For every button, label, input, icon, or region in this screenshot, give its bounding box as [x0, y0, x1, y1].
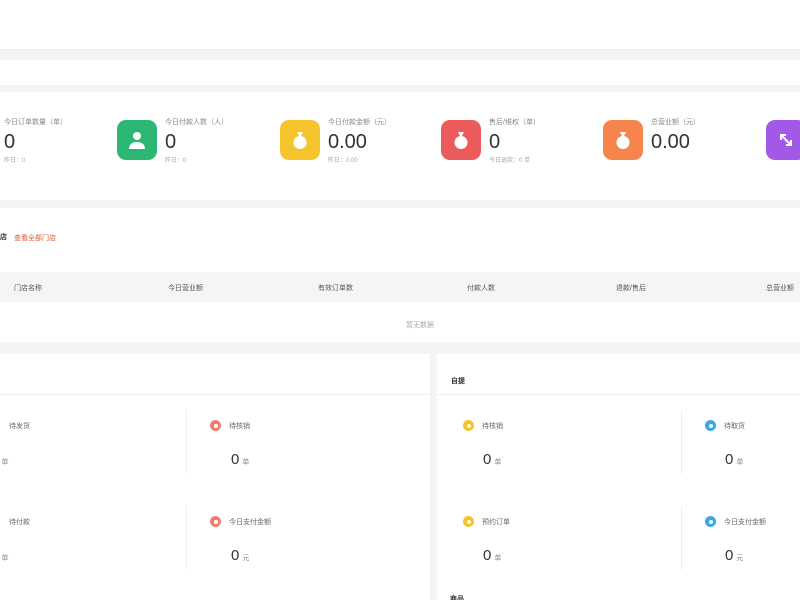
expand-icon — [766, 120, 800, 160]
cell-label: 预约订单 — [482, 518, 510, 526]
stat-label: 总营业额（元） — [651, 119, 700, 126]
cell-label: 今日支付金额 — [724, 518, 766, 526]
stat-cell[interactable]: 待付款 0单 — [0, 516, 30, 564]
stat-cell[interactable]: 待取货 0单 — [705, 420, 745, 468]
status-dot-icon — [0, 420, 1, 431]
stats-card: 今日订单数量（单） 0 昨日：0 今日付款人数（人） 0 昨日：0 今日付款金额… — [0, 92, 800, 200]
column-header: 今日营业额 — [168, 285, 203, 292]
stat-label: 售后/维权（单） — [489, 119, 540, 126]
cell-divider — [681, 410, 682, 474]
cell-value: 0 — [231, 451, 240, 468]
pickup-summary-panel: 自提 待核销 0单 待取货 0单 预约订单 0单 今日支付金额 0元 — [437, 354, 800, 600]
status-dot-icon — [705, 516, 716, 527]
stat-label: 今日付款金额（元） — [328, 119, 391, 126]
stat-sub: 昨日：0 — [165, 158, 187, 164]
cell-label: 待核销 — [229, 422, 250, 430]
status-dot-icon — [463, 516, 474, 527]
status-dot-icon — [705, 420, 716, 431]
cell-label: 待核销 — [482, 422, 503, 430]
cell-divider — [681, 506, 682, 570]
empty-state-text: 暂无数据 — [406, 322, 434, 329]
money-bag-icon — [441, 120, 481, 160]
order-summary-panel: 待发货 0单 待核销 0单 待付款 0单 今日支付金额 0元 — [0, 354, 430, 600]
user-icon — [117, 120, 157, 160]
stat-cell[interactable]: 待核销 0单 — [463, 420, 503, 468]
cell-value: 0 — [725, 547, 734, 564]
top-header-bar — [0, 0, 800, 50]
cell-label: 今日支付金额 — [229, 518, 271, 526]
cell-label: 待付款 — [9, 518, 30, 526]
cell-unit: 单 — [1, 555, 9, 562]
stat-sub: 今日退款：0 单 — [489, 158, 531, 164]
column-header: 总营业额 — [766, 285, 794, 292]
stat-label: 今日付款人数（人） — [165, 119, 228, 126]
cell-unit: 单 — [494, 459, 502, 466]
stat-value: 0 — [165, 131, 177, 153]
cell-divider — [186, 506, 187, 570]
stat-value: 0 — [489, 131, 501, 153]
status-dot-icon — [0, 516, 1, 527]
column-header: 有效订单数 — [318, 285, 353, 292]
cell-unit: 单 — [736, 459, 744, 466]
stat-cell[interactable]: 预约订单 0单 — [463, 516, 510, 564]
shop-overview-card: 店 查看全部门店 门店名称 今日营业额 有效订单数 付款人数 退款/售后 总营业… — [0, 208, 800, 342]
cell-divider — [186, 410, 187, 474]
cell-label: 待发货 — [9, 422, 30, 430]
stat-value: 0.00 — [651, 131, 690, 153]
stat-sub: 昨日：0 — [4, 158, 26, 164]
cell-unit: 单 — [494, 555, 502, 562]
column-header: 门店名称 — [14, 285, 42, 292]
panel-divider — [437, 394, 800, 395]
stat-cell[interactable]: 今日支付金额 0元 — [210, 516, 271, 564]
cell-label: 待取货 — [724, 422, 745, 430]
cell-value: 0 — [483, 451, 492, 468]
money-bag-icon — [280, 120, 320, 160]
cell-unit: 单 — [1, 459, 9, 466]
stat-value: 0 — [4, 131, 16, 153]
cell-unit: 元 — [242, 555, 250, 562]
cell-unit: 元 — [736, 555, 744, 562]
status-dot-icon — [210, 420, 221, 431]
view-all-shops-link[interactable]: 查看全部门店 — [14, 233, 56, 243]
cell-value: 0 — [725, 451, 734, 468]
shop-table-header: 门店名称 今日营业额 有效订单数 付款人数 退款/售后 总营业额 — [0, 272, 800, 302]
column-header: 付款人数 — [467, 285, 495, 292]
stat-value: 0.00 — [328, 131, 367, 153]
cell-unit: 单 — [242, 459, 250, 466]
stat-cell[interactable]: 待核销 0单 — [210, 420, 250, 468]
stat-cell[interactable]: 待发货 0单 — [0, 420, 30, 468]
goods-section-title: 商品 — [450, 596, 464, 600]
stat-sub: 昨日：0.00 — [328, 158, 358, 164]
panel-divider — [0, 394, 430, 395]
money-bag-icon — [603, 120, 643, 160]
column-header: 退款/售后 — [616, 285, 646, 292]
tab-band — [0, 60, 800, 85]
shop-section-title: 店 — [0, 234, 7, 241]
cell-value: 0 — [483, 547, 492, 564]
cell-value: 0 — [231, 547, 240, 564]
panel-title: 自提 — [451, 378, 465, 385]
stat-cell[interactable]: 今日支付金额 0元 — [705, 516, 766, 564]
stat-label: 今日订单数量（单） — [4, 119, 67, 126]
status-dot-icon — [210, 516, 221, 527]
status-dot-icon — [463, 420, 474, 431]
